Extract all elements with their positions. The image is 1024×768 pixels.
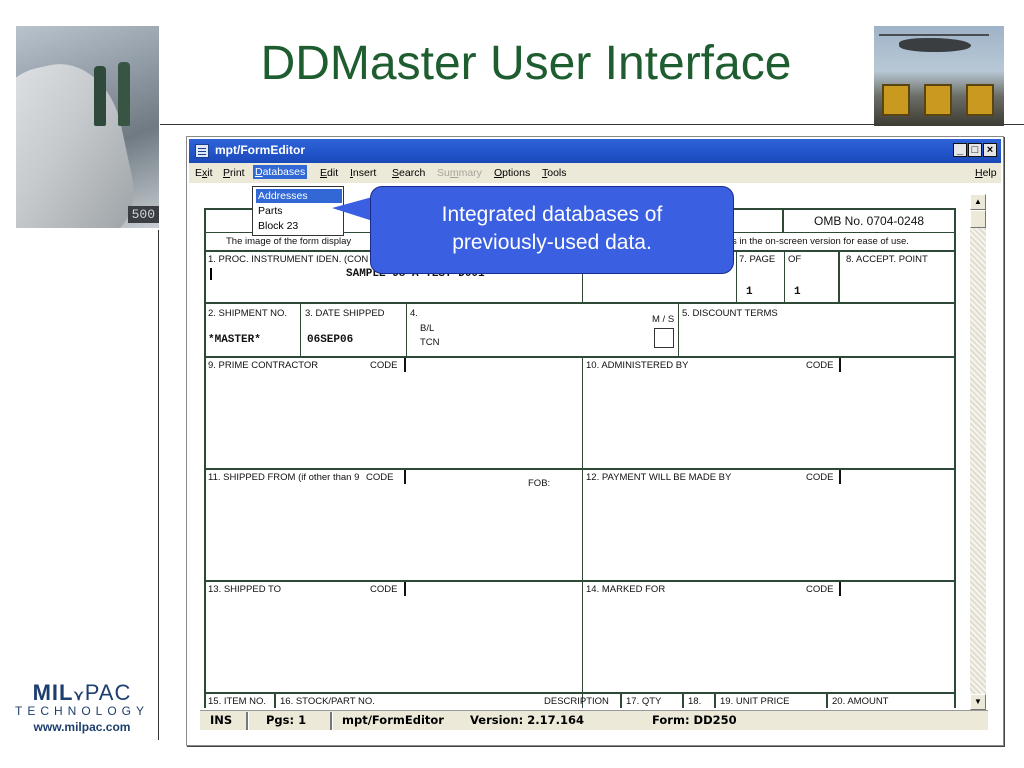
field-7-of: OF [788, 254, 802, 265]
status-mode: INS [210, 713, 233, 727]
databases-dropdown: Addresses Parts Block 23 [252, 186, 344, 236]
menu-edit[interactable]: Edit [320, 167, 338, 179]
callout-line-1: Integrated databases of [441, 203, 663, 226]
dropdown-item-addresses[interactable]: Addresses [256, 189, 342, 203]
field-3-value[interactable]: 06SEP06 [307, 334, 353, 346]
crew-figure [94, 66, 106, 126]
menu-tools[interactable]: Tools [542, 167, 567, 179]
field-18-label: 18. [688, 696, 702, 707]
field-10-code: CODE [806, 360, 834, 371]
status-pages: Pgs: 1 [266, 713, 307, 727]
field-13-label: 13. SHIPPED TO [208, 584, 282, 595]
field-14-code: CODE [806, 584, 834, 595]
helicopter-forklift-photo [874, 26, 1004, 126]
dropdown-item-parts[interactable]: Parts [256, 204, 342, 218]
logo-brand-bold: MIL [32, 680, 74, 705]
field-12-code: CODE [806, 472, 834, 483]
scroll-down-icon[interactable]: ▼ [970, 694, 986, 710]
menu-print[interactable]: Print [223, 167, 245, 179]
vertical-scrollbar[interactable]: ▲ ▼ [970, 194, 986, 710]
notice-left: The image of the form display [226, 236, 352, 247]
milpac-logo: MIL⋎PAC TECHNOLOGY www.milpac.com [8, 680, 156, 734]
callout-annotation: Integrated databases of previously-used … [370, 186, 734, 274]
field-9-code: CODE [370, 360, 398, 371]
field-10-label: 10. ADMINISTERED BY [586, 360, 689, 371]
menu-summary: Summary [437, 167, 482, 179]
field-8-label: 8. ACCEPT. POINT [846, 254, 928, 265]
menu-insert[interactable]: Insert [350, 167, 376, 179]
forklift-shape [924, 84, 952, 116]
field-7-label: 7. PAGE [739, 254, 776, 265]
field-7-page[interactable]: 1 [746, 286, 753, 298]
scroll-up-icon[interactable]: ▲ [970, 194, 986, 210]
menu-databases[interactable]: Databases [253, 165, 308, 179]
window-titlebar[interactable]: mpt/FormEditor _ □ × [189, 139, 1001, 163]
rotor-shape [879, 34, 989, 36]
field-19-label: 19. UNIT PRICE [720, 696, 790, 707]
field-16-label: 16. STOCK/PART NO. [280, 696, 375, 707]
side-divider [158, 230, 159, 740]
status-bar: INS Pgs: 1 mpt/FormEditor Version: 2.17.… [200, 710, 988, 730]
field-7-total[interactable]: 1 [794, 286, 801, 298]
menu-help[interactable]: Help [975, 167, 997, 179]
slide-title: DDMaster User Interface [260, 37, 792, 90]
minimize-button[interactable]: _ [953, 143, 967, 157]
status-version: Version: 2.17.164 [470, 713, 584, 727]
field-2-value[interactable]: *MASTER* [208, 334, 261, 346]
forklift-shape [882, 84, 910, 116]
field-12-label: 12. PAYMENT WILL BE MADE BY [586, 472, 732, 483]
status-form: Form: DD250 [652, 713, 737, 727]
field-1-label: 1. PROC. INSTRUMENT IDEN. (CON [208, 254, 369, 265]
window-title: mpt/FormEditor [215, 143, 305, 157]
field-4-bl: B/L [420, 323, 435, 334]
menu-exit[interactable]: Exit [195, 167, 213, 179]
crew-figure [118, 62, 130, 126]
menu-options[interactable]: Options [494, 167, 530, 179]
logo-brand-light: PAC [84, 680, 132, 705]
ms-label: M / S [652, 314, 675, 325]
maximize-button[interactable]: □ [968, 143, 982, 157]
menu-bar: Exit Print Databases Edit Insert Search … [189, 163, 1001, 183]
field-4-tcn: TCN [420, 337, 440, 348]
fob-label: FOB: [528, 478, 551, 489]
logo-mark-icon: ⋎ [73, 687, 85, 703]
aircraft-number: 500 [127, 206, 159, 223]
field-17-label: 17. QTY [626, 696, 662, 707]
field-4-label: 4. [410, 308, 418, 319]
field-11-label: 11. SHIPPED FROM (if other than 9 [208, 472, 360, 483]
app-icon [195, 144, 209, 158]
field-13-code: CODE [370, 584, 398, 595]
logo-url: www.milpac.com [33, 720, 131, 734]
status-app: mpt/FormEditor [342, 713, 444, 727]
scroll-thumb[interactable] [970, 210, 986, 228]
close-button[interactable]: × [983, 143, 997, 157]
logo-tagline: TECHNOLOGY [14, 704, 149, 718]
field-5-label: 5. DISCOUNT TERMS [682, 308, 778, 319]
field-20-label: 20. AMOUNT [832, 696, 889, 707]
dd250-form: OMB No. 0704-0248 The image of the form … [204, 208, 956, 708]
ms-checkbox[interactable] [654, 328, 674, 348]
menu-search[interactable]: Search [392, 167, 425, 179]
field-9-label: 9. PRIME CONTRACTOR [208, 360, 319, 371]
field-14-label: 14. MARKED FOR [586, 584, 666, 595]
dropdown-item-block-23[interactable]: Block 23 [256, 219, 342, 233]
omb-number: OMB No. 0704-0248 [814, 214, 925, 228]
callout-line-2: previously-used data. [452, 231, 652, 254]
field-3-label: 3. DATE SHIPPED [305, 308, 385, 319]
description-label: DESCRIPTION [544, 696, 609, 707]
notice-right: s in the on-screen version for ease of u… [732, 236, 909, 247]
field-11-code: CODE [366, 472, 394, 483]
text-cursor [210, 268, 212, 280]
field-2-label: 2. SHIPMENT NO. [208, 308, 288, 319]
aircraft-carrier-photo: 500 [16, 26, 159, 228]
forklift-shape [966, 84, 994, 116]
slide: 500 DDMaster User Interface MIL⋎PAC TECH… [0, 0, 1024, 768]
field-15-label: 15. ITEM NO. [208, 696, 267, 707]
helicopter-shape [899, 38, 971, 52]
